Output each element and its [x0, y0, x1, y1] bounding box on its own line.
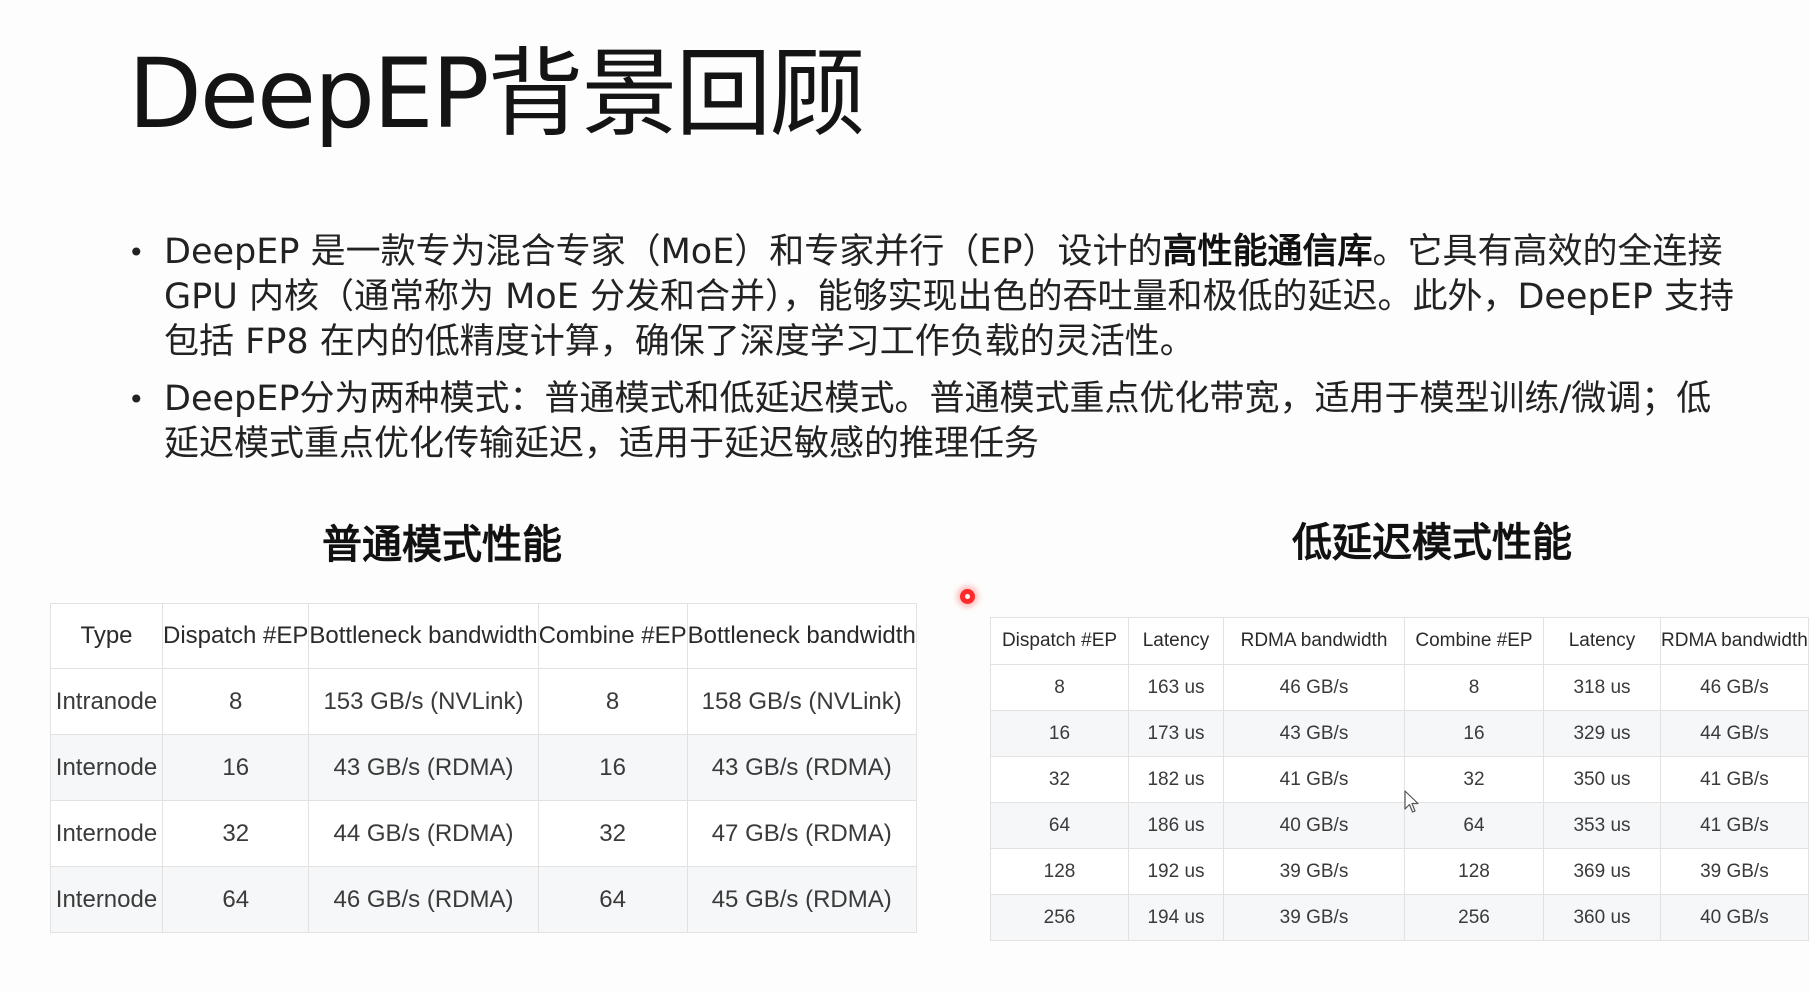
- table-cell: 39 GB/s: [1223, 848, 1405, 895]
- bullet-item: • DeepEP 是一款专为混合专家（MoE）和专家并行（EP）设计的高性能通信…: [126, 230, 1736, 365]
- table-cell: 350 us: [1543, 756, 1661, 803]
- table-cell: 64: [537, 866, 688, 933]
- table-cell: 8: [537, 668, 688, 735]
- table-cell: 173 us: [1128, 710, 1224, 757]
- bullet-text: DeepEP分为两种模式：普通模式和低延迟模式。普通模式重点优化带宽，适用于模型…: [164, 379, 1712, 464]
- bullet-list: • DeepEP 是一款专为混合专家（MoE）和专家并行（EP）设计的高性能通信…: [126, 230, 1736, 479]
- table-cell: 186 us: [1128, 802, 1224, 849]
- table-row: Internode 16 43 GB/s (RDMA) 16 43 GB/s (…: [50, 734, 917, 801]
- table-cell: 39 GB/s: [1223, 894, 1405, 941]
- table-cell: 16: [990, 710, 1129, 757]
- table-header-row: Dispatch #EP Latency RDMA bandwidth Comb…: [990, 617, 1809, 665]
- table-row: 16 173 us 43 GB/s 16 329 us 44 GB/s: [990, 710, 1809, 757]
- table-cell: 41 GB/s: [1223, 756, 1405, 803]
- table-cell: 8: [990, 664, 1129, 711]
- table-cell: Intranode: [50, 668, 163, 735]
- column-header: Combine #EP: [537, 603, 688, 669]
- column-header: RDMA bandwidth: [1660, 617, 1809, 665]
- table-cell: 8: [161, 668, 310, 735]
- table-cell: 32: [537, 800, 688, 867]
- column-header: Type: [50, 603, 163, 669]
- table-cell: 43 GB/s: [1223, 710, 1405, 757]
- normal-mode-table: Type Dispatch #EP Bottleneck bandwidth C…: [50, 603, 917, 933]
- table-cell: 45 GB/s (RDMA): [686, 866, 917, 933]
- table-cell: 329 us: [1543, 710, 1661, 757]
- table-cell: 16: [1404, 710, 1544, 757]
- table-cell: 163 us: [1128, 664, 1224, 711]
- table-cell: 192 us: [1128, 848, 1224, 895]
- table-cell: 16: [537, 734, 688, 801]
- table-cell: 194 us: [1128, 894, 1224, 941]
- bullet-dot-icon: •: [128, 383, 145, 416]
- column-header: Combine #EP: [1404, 617, 1544, 665]
- laser-pointer-icon: [960, 589, 975, 604]
- table-cell: Internode: [50, 800, 163, 867]
- table-cell: 16: [161, 734, 310, 801]
- table-row: 64 186 us 40 GB/s 64 353 us 41 GB/s: [990, 802, 1809, 849]
- column-header: Dispatch #EP: [161, 603, 310, 669]
- table-cell: 47 GB/s (RDMA): [686, 800, 917, 867]
- table-cell: Internode: [50, 866, 163, 933]
- table-cell: 46 GB/s (RDMA): [308, 866, 539, 933]
- table-cell: 64: [1404, 802, 1544, 849]
- bullet-text: DeepEP 是一款专为混合专家（MoE）和专家并行（EP）设计的: [164, 232, 1163, 272]
- bullet-item: • DeepEP分为两种模式：普通模式和低延迟模式。普通模式重点优化带宽，适用于…: [126, 377, 1736, 467]
- low-latency-mode-title: 低延迟模式性能: [1292, 520, 1572, 566]
- table-cell: 44 GB/s (RDMA): [308, 800, 539, 867]
- table-row: Internode 32 44 GB/s (RDMA) 32 47 GB/s (…: [50, 800, 917, 867]
- slide-title: DeepEP背景回顾: [128, 38, 866, 150]
- table-cell: 43 GB/s (RDMA): [308, 734, 539, 801]
- column-header: RDMA bandwidth: [1223, 617, 1405, 665]
- table-row: 8 163 us 46 GB/s 8 318 us 46 GB/s: [990, 664, 1809, 711]
- table-cell: 41 GB/s: [1660, 802, 1809, 849]
- table-cell: 46 GB/s: [1223, 664, 1405, 711]
- column-header: Dispatch #EP: [990, 617, 1129, 665]
- column-header: Bottleneck bandwidth: [308, 603, 539, 669]
- mouse-cursor-icon: [1404, 790, 1419, 813]
- table-cell: 40 GB/s: [1223, 802, 1405, 849]
- table-cell: 360 us: [1543, 894, 1661, 941]
- normal-mode-title: 普通模式性能: [322, 522, 562, 568]
- table-cell: 8: [1404, 664, 1544, 711]
- table-cell: 256: [990, 894, 1129, 941]
- table-cell: 32: [161, 800, 310, 867]
- table-row: 32 182 us 41 GB/s 32 350 us 41 GB/s: [990, 756, 1809, 803]
- table-cell: 44 GB/s: [1660, 710, 1809, 757]
- column-header: Bottleneck bandwidth: [686, 603, 917, 669]
- table-cell: 369 us: [1543, 848, 1661, 895]
- table-cell: 318 us: [1543, 664, 1661, 711]
- table-cell: 128: [990, 848, 1129, 895]
- bullet-dot-icon: •: [128, 236, 145, 269]
- table-cell: 64: [161, 866, 310, 933]
- table-cell: 41 GB/s: [1660, 756, 1809, 803]
- table-cell: 153 GB/s (NVLink): [308, 668, 539, 735]
- table-cell: 128: [1404, 848, 1544, 895]
- table-cell: 43 GB/s (RDMA): [686, 734, 917, 801]
- table-cell: 32: [1404, 756, 1544, 803]
- low-latency-mode-table: Dispatch #EP Latency RDMA bandwidth Comb…: [990, 617, 1809, 941]
- table-row: 128 192 us 39 GB/s 128 369 us 39 GB/s: [990, 848, 1809, 895]
- table-cell: 256: [1404, 894, 1544, 941]
- table-cell: 40 GB/s: [1660, 894, 1809, 941]
- table-cell: 353 us: [1543, 802, 1661, 849]
- bullet-emphasis: 高性能通信库: [1162, 232, 1373, 272]
- table-cell: 39 GB/s: [1660, 848, 1809, 895]
- slide: DeepEP背景回顾 • DeepEP 是一款专为混合专家（MoE）和专家并行（…: [0, 0, 1810, 992]
- table-cell: 32: [990, 756, 1129, 803]
- table-cell: 64: [990, 802, 1129, 849]
- table-row: Internode 64 46 GB/s (RDMA) 64 45 GB/s (…: [50, 866, 917, 933]
- table-cell: 46 GB/s: [1660, 664, 1809, 711]
- column-header: Latency: [1128, 617, 1224, 665]
- table-row: Intranode 8 153 GB/s (NVLink) 8 158 GB/s…: [50, 668, 917, 735]
- table-header-row: Type Dispatch #EP Bottleneck bandwidth C…: [50, 603, 917, 669]
- column-header: Latency: [1543, 617, 1661, 665]
- table-row: 256 194 us 39 GB/s 256 360 us 40 GB/s: [990, 894, 1809, 941]
- table-cell: 158 GB/s (NVLink): [686, 668, 917, 735]
- table-cell: Internode: [50, 734, 163, 801]
- table-cell: 182 us: [1128, 756, 1224, 803]
